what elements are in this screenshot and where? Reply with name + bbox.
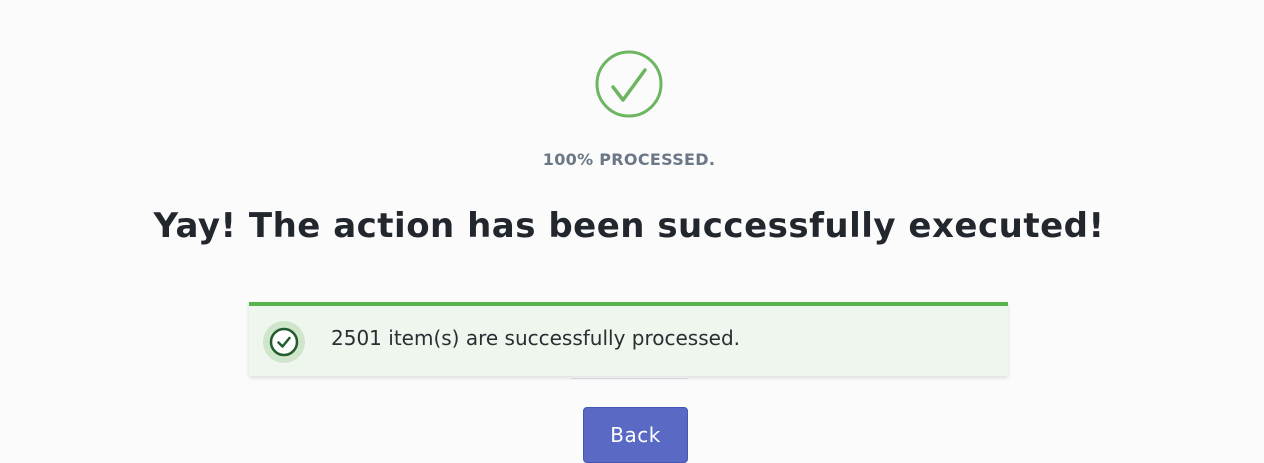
success-notice: 2501 item(s) are successfully processed.: [249, 302, 1008, 376]
back-button[interactable]: Back: [583, 407, 688, 463]
check-circle-icon: [263, 321, 305, 363]
check-circle-icon: [595, 50, 663, 118]
notice-message: 2501 item(s) are successfully processed.: [331, 326, 740, 350]
success-page: 100% PROCESSED. Yay! The action has been…: [0, 0, 1264, 463]
page-title: Yay! The action has been successfully ex…: [153, 206, 1105, 246]
progress-label: 100% PROCESSED.: [542, 150, 716, 169]
